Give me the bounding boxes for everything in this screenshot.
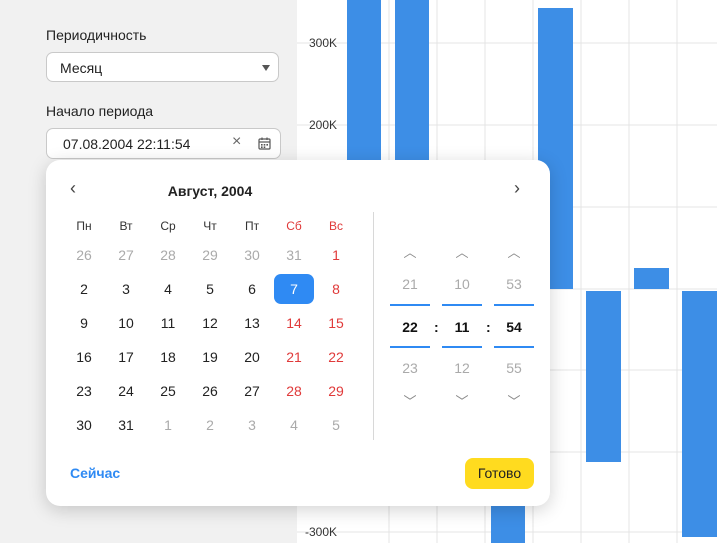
calendar-day[interactable]: 16	[64, 342, 104, 372]
calendar-day[interactable]: 3	[232, 410, 272, 440]
calendar-day[interactable]: 1	[148, 410, 188, 440]
done-button[interactable]: Готово	[465, 458, 534, 489]
calendar-day[interactable]: 30	[64, 410, 104, 440]
calendar-day[interactable]: 26	[190, 376, 230, 406]
weekday-wed: Ср	[160, 219, 176, 233]
y-tick-300k: 300K	[309, 36, 337, 50]
weekday-sun: Вс	[328, 219, 343, 233]
seconds-prev[interactable]: 53	[494, 276, 534, 292]
calendar-day[interactable]: 29	[316, 376, 356, 406]
minutes-down-chevron-icon[interactable]: ﹀	[442, 391, 482, 410]
calendar-day[interactable]: 12	[190, 308, 230, 338]
chevron-down-icon	[262, 65, 270, 71]
seconds-line-bottom	[494, 346, 534, 348]
time-separator: :	[434, 319, 439, 335]
calendar-icon[interactable]	[258, 137, 271, 155]
hours-line-top	[390, 304, 430, 306]
calendar-day[interactable]: 20	[232, 342, 272, 372]
calendar-day[interactable]: 4	[274, 410, 314, 440]
minutes-next[interactable]: 12	[442, 360, 482, 376]
weekday-mon: Пн	[76, 219, 92, 233]
calendar-day[interactable]: 22	[316, 342, 356, 372]
calendar-day[interactable]: 4	[148, 274, 188, 304]
calendar-day[interactable]: 2	[64, 274, 104, 304]
hours-line-bottom	[390, 346, 430, 348]
weekday-thu: Чт	[203, 219, 217, 233]
bar-7	[682, 291, 717, 537]
calendar-day[interactable]: 27	[106, 240, 146, 270]
calendar-day[interactable]: 11	[148, 308, 188, 338]
calendar-day[interactable]: 31	[274, 240, 314, 270]
hours-current[interactable]: 22	[390, 319, 430, 335]
weekday-sat: Сб	[286, 219, 302, 233]
hours-down-chevron-icon[interactable]: ﹀	[390, 391, 430, 410]
calendar-day[interactable]: 6	[232, 274, 272, 304]
weekday-fri: Пт	[244, 219, 260, 233]
periodicity-label: Периодичность	[46, 27, 147, 43]
seconds-next[interactable]: 55	[494, 360, 534, 376]
calendar-day[interactable]: 17	[106, 342, 146, 372]
calendar-day[interactable]: 10	[106, 308, 146, 338]
minutes-prev[interactable]: 10	[442, 276, 482, 292]
calendar-day[interactable]: 28	[274, 376, 314, 406]
hours-up-chevron-icon[interactable]: ︿	[390, 242, 430, 261]
periodicity-select[interactable]: Месяц	[46, 52, 279, 82]
calendar-day[interactable]: 2	[190, 410, 230, 440]
calendar-day[interactable]: 3	[106, 274, 146, 304]
calendar-day[interactable]: 8	[316, 274, 356, 304]
calendar-day[interactable]: 26	[64, 240, 104, 270]
calendar-day[interactable]: 1	[316, 240, 356, 270]
calendar-day[interactable]: 28	[148, 240, 188, 270]
calendar-day[interactable]: 24	[106, 376, 146, 406]
calendar-day[interactable]: 14	[274, 308, 314, 338]
hours-next[interactable]: 23	[390, 360, 430, 376]
minutes-line-top	[442, 304, 482, 306]
next-month-chevron-icon[interactable]: ›	[514, 178, 520, 199]
weekday-tue: Вт	[119, 219, 133, 233]
calendar-day[interactable]: 23	[64, 376, 104, 406]
y-tick-minus-300k: -300K	[305, 525, 337, 539]
now-button[interactable]: Сейчас	[70, 465, 120, 481]
time-separator: :	[486, 319, 491, 335]
calendar-day[interactable]: 31	[106, 410, 146, 440]
bar-6	[634, 268, 669, 289]
calendar-day[interactable]: 15	[316, 308, 356, 338]
calendar-day[interactable]: 25	[148, 376, 188, 406]
clear-icon[interactable]: ×	[232, 133, 241, 151]
calendar-day[interactable]: 5	[190, 274, 230, 304]
calendar-time-divider	[373, 212, 374, 440]
month-title: Август, 2004	[167, 183, 253, 199]
calendar-day[interactable]: 30	[232, 240, 272, 270]
datetime-picker-popup: ‹ Август, 2004 › Пн Вт Ср Чт Пт Сб Вс 26…	[46, 160, 550, 506]
seconds-up-chevron-icon[interactable]: ︿	[494, 242, 534, 261]
calendar-day[interactable]: 5	[316, 410, 356, 440]
minutes-current[interactable]: 11	[442, 319, 482, 335]
seconds-down-chevron-icon[interactable]: ﹀	[494, 391, 534, 410]
minutes-line-bottom	[442, 346, 482, 348]
y-tick-200k: 200K	[309, 118, 337, 132]
calendar-day[interactable]: 27	[232, 376, 272, 406]
calendar-day[interactable]: 18	[148, 342, 188, 372]
periodicity-value: Месяц	[60, 60, 103, 76]
seconds-line-top	[494, 304, 534, 306]
start-period-value: 07.08.2004 22:11:54	[63, 136, 191, 152]
hours-prev[interactable]: 21	[390, 276, 430, 292]
seconds-current[interactable]: 54	[494, 319, 534, 335]
calendar-day[interactable]: 19	[190, 342, 230, 372]
calendar-day[interactable]: 29	[190, 240, 230, 270]
calendar-day[interactable]: 9	[64, 308, 104, 338]
minutes-up-chevron-icon[interactable]: ︿	[442, 242, 482, 261]
calendar-day[interactable]: 21	[274, 342, 314, 372]
start-period-label: Начало периода	[46, 103, 154, 119]
start-period-input[interactable]: 07.08.2004 22:11:54 ×	[46, 128, 281, 159]
bar-5	[586, 291, 621, 462]
calendar-day[interactable]: 13	[232, 308, 272, 338]
calendar-day-selected[interactable]: 7	[274, 274, 314, 304]
